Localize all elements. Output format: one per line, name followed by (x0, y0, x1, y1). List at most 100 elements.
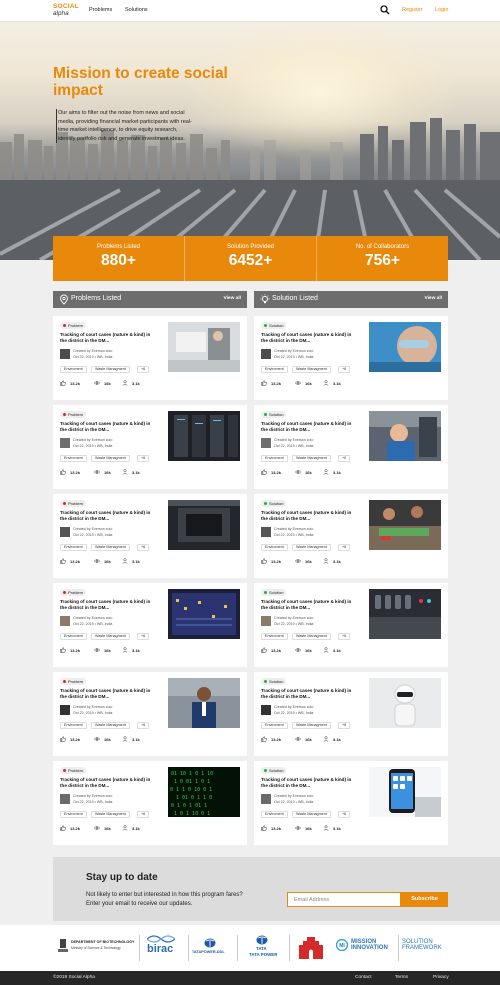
tag-chip[interactable]: Waste Managment (292, 544, 331, 551)
card-thumbnail-image[interactable] (369, 678, 441, 728)
tag-chip[interactable]: Enviroment (60, 633, 87, 640)
footer-terms-link[interactable]: Terms (395, 975, 408, 980)
card-title[interactable]: Tracking of court cases (nature & kind) … (60, 777, 160, 790)
subscribe-button[interactable]: Subscribe (401, 892, 448, 907)
tag-more-chip[interactable]: +6 (338, 722, 351, 729)
thumbs-up-icon[interactable] (261, 647, 267, 653)
tag-more-chip[interactable]: +6 (137, 811, 150, 818)
footer-contact-link[interactable]: Contact (355, 975, 372, 980)
card-title[interactable]: Tracking of court cases (nature & kind) … (261, 510, 361, 523)
tag-chip[interactable]: Enviroment (261, 544, 288, 551)
thumbs-up-icon[interactable] (60, 736, 66, 742)
card-title[interactable]: Tracking of court cases (nature & kind) … (261, 777, 361, 790)
tag-chip[interactable]: Enviroment (261, 366, 288, 373)
tag-more-chip[interactable]: +6 (338, 544, 351, 551)
card-title[interactable]: Tracking of court cases (nature & kind) … (60, 510, 160, 523)
thumbs-up-icon[interactable] (261, 380, 267, 386)
tag-more-chip[interactable]: +6 (338, 811, 351, 818)
card-thumbnail-image[interactable] (369, 322, 441, 372)
solution-card[interactable]: Solution Tracking of court cases (nature… (254, 583, 448, 667)
card-title[interactable]: Tracking of court cases (nature & kind) … (60, 332, 160, 345)
card-thumbnail-image[interactable] (168, 411, 240, 461)
tag-chip[interactable]: Enviroment (261, 455, 288, 462)
card-thumbnail-image[interactable] (369, 500, 441, 550)
logo-text-bottom: alpha (53, 10, 69, 17)
card-thumbnail-image[interactable] (369, 767, 441, 817)
tag-chip[interactable]: Enviroment (60, 366, 87, 373)
date-location-text: Oct 22, 2019 • WB, India (274, 622, 314, 626)
tag-chip[interactable]: Enviroment (60, 544, 87, 551)
tag-chip[interactable]: Waste Managment (91, 722, 130, 729)
tag-chip[interactable]: Waste Managment (292, 455, 331, 462)
card-title[interactable]: Tracking of court cases (nature & kind) … (261, 599, 361, 612)
problems-view-all-link[interactable]: View all (223, 296, 241, 301)
thumbs-up-icon[interactable] (261, 825, 267, 831)
solution-card[interactable]: Solution Tracking of court cases (nature… (254, 316, 448, 400)
tag-more-chip[interactable]: +6 (137, 455, 150, 462)
tag-more-chip[interactable]: +6 (338, 455, 351, 462)
thumbs-up-icon[interactable] (60, 825, 66, 831)
solution-card[interactable]: Solution Tracking of court cases (nature… (254, 494, 448, 578)
tag-more-chip[interactable]: +6 (338, 633, 351, 640)
social-alpha-logo[interactable]: SOCIAL alpha (53, 3, 79, 17)
card-thumbnail-image[interactable] (168, 678, 240, 728)
thumbs-up-icon[interactable] (60, 469, 66, 475)
search-icon[interactable] (380, 5, 390, 15)
login-link[interactable]: Login (435, 7, 448, 13)
thumbs-up-icon[interactable] (60, 380, 66, 386)
tag-chip[interactable]: Enviroment (60, 811, 87, 818)
tag-more-chip[interactable]: +6 (338, 366, 351, 373)
tag-chip[interactable]: Waste Managment (292, 811, 331, 818)
problem-card[interactable]: Problem Tracking of court cases (nature … (53, 405, 247, 489)
thumbs-up-icon[interactable] (60, 647, 66, 653)
tag-chip[interactable]: Enviroment (261, 633, 288, 640)
tag-chip[interactable]: Enviroment (261, 722, 288, 729)
tag-chip[interactable]: Enviroment (261, 811, 288, 818)
tag-chip[interactable]: Waste Managment (292, 366, 331, 373)
tag-chip[interactable]: Waste Managment (91, 544, 130, 551)
tag-chip[interactable]: Enviroment (60, 722, 87, 729)
tag-chip[interactable]: Waste Managment (91, 633, 130, 640)
tag-chip[interactable]: Waste Managment (91, 366, 130, 373)
card-title[interactable]: Tracking of court cases (nature & kind) … (60, 688, 160, 701)
nav-solutions[interactable]: Solutions (125, 7, 148, 13)
footer-privacy-link[interactable]: Privacy (433, 975, 449, 980)
card-thumbnail-image[interactable]: 01 10 1 0 1 10 1 0 01 1 0 1 0 1 1 0 10 0 1… (168, 767, 240, 817)
card-thumbnail-image[interactable] (168, 500, 240, 550)
card-thumbnail-image[interactable] (369, 411, 441, 461)
tag-more-chip[interactable]: +6 (137, 544, 150, 551)
partner-logos-strip: DEPARTMENT OF BIOTECHNOLOGY Ministry of … (0, 925, 500, 971)
thumbs-up-icon[interactable] (60, 558, 66, 564)
email-input[interactable]: Email Address (287, 892, 401, 907)
tag-chip[interactable]: Enviroment (60, 455, 87, 462)
tag-chip[interactable]: Waste Managment (91, 811, 130, 818)
card-thumbnail-image[interactable] (168, 322, 240, 372)
solution-card[interactable]: Solution Tracking of court cases (nature… (254, 672, 448, 756)
problem-card[interactable]: Problem Tracking of court cases (nature … (53, 672, 247, 756)
card-thumbnail-image[interactable] (369, 589, 441, 639)
card-thumbnail-image[interactable] (168, 589, 240, 639)
register-link[interactable]: Register (402, 7, 422, 13)
tag-more-chip[interactable]: +6 (137, 633, 150, 640)
problem-card[interactable]: Problem Tracking of court cases (nature … (53, 583, 247, 667)
problem-card[interactable]: Problem Tracking of court cases (nature … (53, 316, 247, 400)
card-title[interactable]: Tracking of court cases (nature & kind) … (261, 688, 361, 701)
tag-more-chip[interactable]: +6 (137, 366, 150, 373)
problem-card[interactable]: Problem Tracking of court cases (nature … (53, 494, 247, 578)
solution-card[interactable]: Solution Tracking of court cases (nature… (254, 405, 448, 489)
thumbs-up-icon[interactable] (261, 736, 267, 742)
tag-more-chip[interactable]: +6 (137, 722, 150, 729)
problem-card[interactable]: Problem Tracking of court cases (nature … (53, 761, 247, 845)
card-title[interactable]: Tracking of court cases (nature & kind) … (261, 332, 361, 345)
card-title[interactable]: Tracking of court cases (nature & kind) … (60, 599, 160, 612)
tag-chip[interactable]: Waste Managment (91, 455, 130, 462)
card-title[interactable]: Tracking of court cases (nature & kind) … (60, 421, 160, 434)
solution-card[interactable]: Solution Tracking of court cases (nature… (254, 761, 448, 845)
thumbs-up-icon[interactable] (261, 469, 267, 475)
tag-chip[interactable]: Waste Managment (292, 722, 331, 729)
nav-problems[interactable]: Problems (89, 7, 112, 13)
tag-chip[interactable]: Waste Managment (292, 633, 331, 640)
thumbs-up-icon[interactable] (261, 558, 267, 564)
solutions-view-all-link[interactable]: View all (424, 296, 442, 301)
card-title[interactable]: Tracking of court cases (nature & kind) … (261, 421, 361, 434)
